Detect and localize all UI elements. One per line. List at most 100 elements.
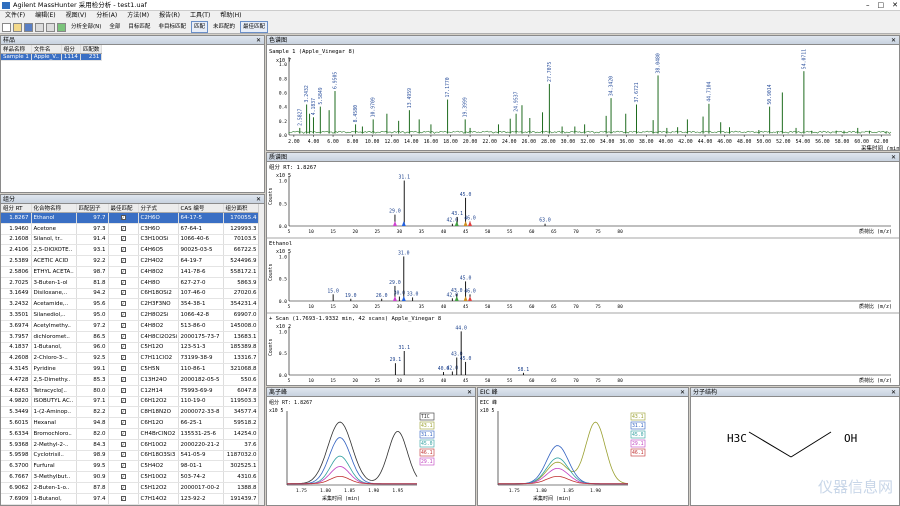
best-match-checkbox[interactable]: ✓ <box>108 471 139 483</box>
table-row[interactable]: 3.3501 Silanediol,.. 95.0 ✓ C2H8O2Si 1066-42-… <box>1 309 260 321</box>
open-folder-icon[interactable] <box>13 22 22 32</box>
table-row[interactable]: 1.8267 Ethanol 97.7 ✓ C2H6O 64-17-5 170055.4 <box>1 212 260 224</box>
best-match-checkbox[interactable]: ✓ <box>108 244 139 257</box>
best-match-checkbox[interactable]: ✓ <box>108 223 139 235</box>
table-row[interactable]: 2.4106 2,5-DIOXOTE.. 93.1 ✓ C4H6O5 90025-03-5… <box>1 244 260 257</box>
table-row[interactable]: 3.6974 Acetylmethy.. 97.2 ✓ C4H8O2 513-86-0 14… <box>1 320 260 332</box>
best-match-checkbox[interactable]: ✓ <box>108 234 139 246</box>
table-row[interactable]: 2.5806 ETHYL ACETA.. 98.7 ✓ C4H8O2 141-78-6 55… <box>1 266 260 278</box>
maximize-icon[interactable]: □ <box>878 1 885 10</box>
menu-item[interactable]: 文件(F) <box>0 11 30 21</box>
table-row[interactable]: 5.9368 2-Methyl-2-.. 84.3 ✓ C6H10O2 2000220-2… <box>1 439 260 451</box>
column-header[interactable]: 样品名称 <box>1 45 32 54</box>
table-row[interactable]: 2.5389 ACETIC ACID 92.2 ✓ C2H4O2 64-19-7 52449… <box>1 255 260 267</box>
best-match-checkbox[interactable]: ✓ <box>108 428 139 440</box>
table-row[interactable]: Sample 1 Apple_V.. 1114 231 <box>1 53 103 61</box>
ion-peak-plot[interactable]: 组分 RT: 1.8267 x10 5 1.75 1.80 1.85 1.90 1.95 采集… <box>267 397 475 506</box>
table-row[interactable]: 6.7667 3-Methylbut.. 90.9 ✓ C5H10O2 503-74-2 4… <box>1 471 260 483</box>
column-header[interactable]: 匹配数 <box>80 45 103 54</box>
table-row[interactable]: 6.3700 Furfural 99.5 ✓ C5H4O2 98-01-1 302525.1 <box>1 460 260 473</box>
column-header[interactable]: 化合物名称 <box>31 204 77 213</box>
best-match-checkbox[interactable]: ✓ <box>108 363 139 375</box>
menu-item[interactable]: 方法(M) <box>122 11 154 21</box>
close-icon[interactable]: ✕ <box>256 195 261 204</box>
best-match-checkbox[interactable]: ✓ <box>108 298 139 311</box>
best-match-checkbox[interactable]: ✓ <box>108 385 139 397</box>
best-match-checkbox[interactable]: ✓ <box>108 342 139 354</box>
table-row[interactable]: 2.1608 Silanol, tr.. 91.4 ✓ C3H10OSi 1066-40-… <box>1 234 260 246</box>
table-row[interactable]: 3.7957 dichloromet.. 86.5 ✓ C4H8Cl2O2Si 20001… <box>1 331 260 343</box>
column-header[interactable]: 匹配因子 <box>76 204 109 213</box>
best-match-checkbox[interactable]: ✓ <box>108 460 139 473</box>
best-match-checkbox[interactable]: ✓ <box>108 374 139 386</box>
best-match-checkbox[interactable]: ✓ <box>108 406 139 419</box>
undo-icon[interactable] <box>35 22 44 32</box>
analyze-all-button[interactable]: 分析全部(N) <box>68 21 104 33</box>
column-header[interactable]: CAS 编号 <box>178 204 224 213</box>
column-header[interactable]: 组分面积 <box>223 204 260 213</box>
save-icon[interactable] <box>24 22 33 32</box>
column-header[interactable]: 文件名 <box>31 45 62 54</box>
table-row[interactable]: 4.3145 Pyridine 99.1 ✓ C5H5N 110-86-1 321068.8 <box>1 363 260 375</box>
table-row[interactable]: 5.9598 Cyclotrisil.. 98.9 ✓ C6H18O3Si3 541-05… <box>1 450 260 462</box>
best-match-checkbox[interactable]: ✓ <box>108 450 139 462</box>
minimize-icon[interactable]: – <box>866 1 870 10</box>
table-row[interactable]: 6.9062 2-Buten-1-o.. 87.8 ✓ C5H12O2 2000017-0… <box>1 482 260 494</box>
table-row[interactable]: 3.1649 Disiloxane,.. 94.2 ✓ C6H18OSi2 107-46-… <box>1 288 260 300</box>
spectrum-plot[interactable]: 组分 RT: 1.8267x10 5Counts0.00.51.05 10 15 20… <box>267 162 899 386</box>
best-match-checkbox[interactable]: ✓ <box>108 482 139 494</box>
best-match-checkbox[interactable]: ✓ <box>108 331 139 343</box>
best-match-checkbox[interactable]: ✓ <box>108 212 139 224</box>
best-match-checkbox[interactable]: ✓ <box>108 309 139 321</box>
menu-item[interactable]: 视图(V) <box>61 11 92 21</box>
menu-item[interactable]: 报告(R) <box>154 11 185 21</box>
matched-button[interactable]: 匹配 <box>190 21 208 33</box>
best-match-checkbox[interactable]: ✓ <box>108 288 139 300</box>
eic-peak-plot[interactable]: EIC 峰 x10 5 1.75 1.80 1.85 1.90 采集时间 (min) 43.1… <box>478 397 688 506</box>
close-icon[interactable]: ✕ <box>892 1 898 10</box>
close-icon[interactable]: ✕ <box>680 388 685 397</box>
table-row[interactable]: 4.1837 1-Butanol, 96.0 ✓ C5H12O 123-51-3 18538… <box>1 342 260 354</box>
chromatogram-plot[interactable]: Sample 1 (Apple_Vinegar 8)Countsx10 70.0… <box>267 45 899 151</box>
unmatched-button[interactable]: 未匹配的 <box>210 21 238 33</box>
close-icon[interactable]: ✕ <box>891 153 896 162</box>
best-match-checkbox[interactable]: ✓ <box>108 266 139 278</box>
column-header[interactable]: 分子式 <box>138 204 179 213</box>
vertical-scrollbar[interactable] <box>258 204 264 505</box>
all-button[interactable]: 全部 <box>106 21 123 33</box>
best-match-button[interactable]: 最佳匹配 <box>239 21 268 33</box>
table-row[interactable]: 5.6334 Bromochloro.. 82.0 ✓ CH4BrClNO2 135531… <box>1 428 260 440</box>
best-match-checkbox[interactable]: ✓ <box>108 439 139 451</box>
best-match-checkbox[interactable]: ✓ <box>108 255 139 267</box>
menu-item[interactable]: 编辑(E) <box>30 11 60 21</box>
table-row[interactable]: 4.4728 2,5-Dimethy.. 85.3 ✓ C13H24O 2000182-0… <box>1 374 260 386</box>
table-row[interactable]: 1.9460 Acetone 97.3 ✓ C3H6O 67-64-1 129993.3 <box>1 223 260 235</box>
column-header[interactable]: 组分 <box>61 45 81 54</box>
run-icon[interactable] <box>57 22 66 32</box>
table-row[interactable]: 5.3449 1-(2-Aminop.. 82.2 ✓ C8H18N2O 2000072-… <box>1 406 260 419</box>
best-match-checkbox[interactable]: ✓ <box>108 352 139 365</box>
table-row[interactable]: 2.7025 3-Buten-1-ol 81.8 ✓ C4H8O 627-27-0 5863… <box>1 277 260 289</box>
table-row[interactable]: 4.2608 2-Chloro-3-.. 92.5 ✓ C7H11ClO2 73199-3… <box>1 352 260 365</box>
menu-item[interactable]: 分析(A) <box>91 11 122 21</box>
table-row[interactable]: 3.2432 Acetamide,.. 95.6 ✓ C2H3F3NO 354-38-1 3… <box>1 298 260 311</box>
menu-item[interactable]: 帮助(H) <box>215 11 246 21</box>
non-target-matched-button[interactable]: 非目标匹配 <box>155 21 189 33</box>
table-row[interactable]: 5.6015 Hexanal 94.8 ✓ C6H12O 66-25-1 59518.2 <box>1 417 260 429</box>
best-match-checkbox[interactable]: ✓ <box>108 320 139 332</box>
column-header[interactable]: 最佳匹配 <box>108 204 139 213</box>
table-row[interactable]: 4.9820 ISOBUTYL AC.. 97.1 ✓ C6H12O2 110-19-0 1… <box>1 396 260 408</box>
redo-icon[interactable] <box>46 22 55 32</box>
best-match-checkbox[interactable]: ✓ <box>108 493 139 505</box>
table-row[interactable]: 4.8263 Tetracyclo[.. 80.0 ✓ C12H14 75993-69-9… <box>1 385 260 397</box>
new-file-icon[interactable] <box>2 22 11 32</box>
column-header[interactable]: 组分 RT <box>1 204 32 213</box>
close-icon[interactable]: ✕ <box>467 388 472 397</box>
close-icon[interactable]: ✕ <box>891 36 896 45</box>
target-matched-button[interactable]: 目标匹配 <box>125 21 153 33</box>
table-row[interactable]: 7.6909 1-Butanol, 97.4 ✓ C7H14O2 123-92-2 1914… <box>1 493 260 505</box>
menu-item[interactable]: 工具(T) <box>185 11 215 21</box>
best-match-checkbox[interactable]: ✓ <box>108 396 139 408</box>
close-icon[interactable]: ✕ <box>256 36 261 45</box>
close-icon[interactable]: ✕ <box>891 388 896 397</box>
